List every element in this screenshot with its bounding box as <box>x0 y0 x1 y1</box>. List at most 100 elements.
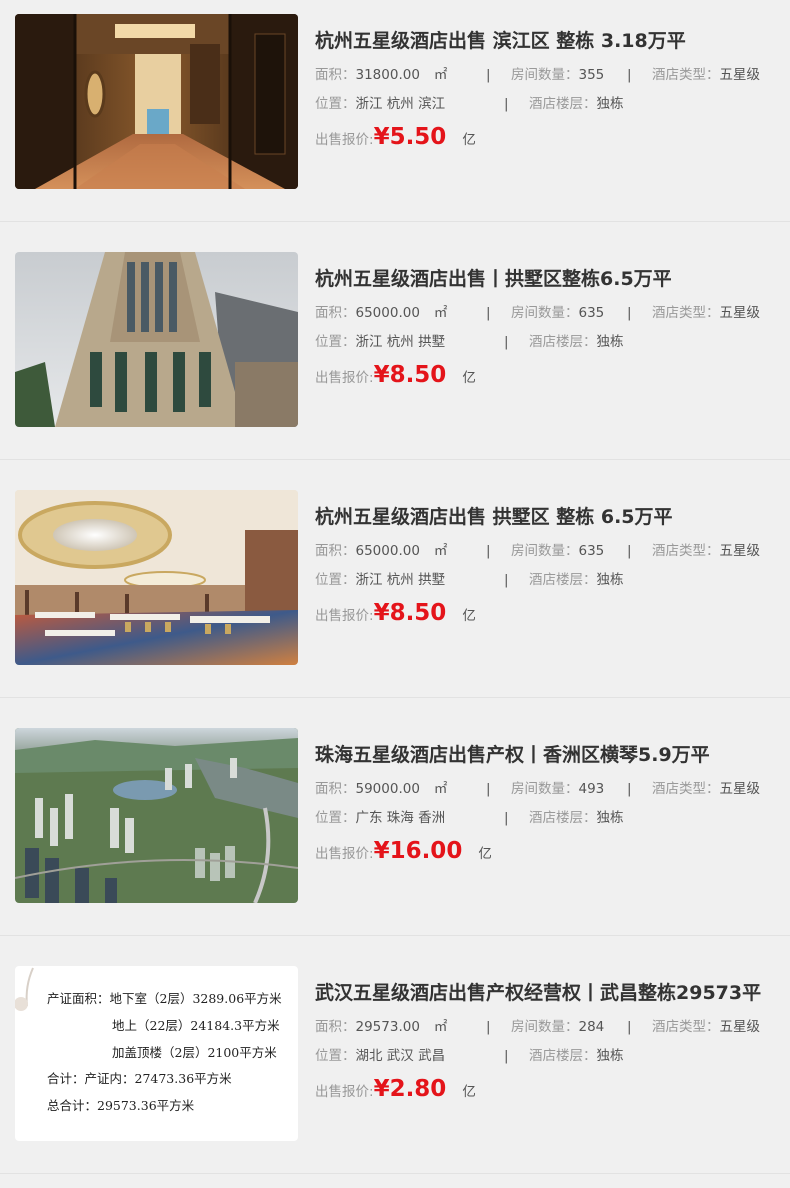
separator: | <box>504 1048 509 1064</box>
separator: | <box>627 67 632 83</box>
area-label: 面积： <box>315 305 356 321</box>
listing-image-hotel-corridor[interactable] <box>15 14 298 189</box>
price-value: ¥16.00 <box>373 838 463 864</box>
listing-info: 杭州五星级酒店出售 拱墅区 整栋 6.5万平 面积：65000.00 ㎡ | 房间… <box>315 504 780 629</box>
area-value: 59000.00 <box>355 781 420 797</box>
area-document-image: 产证面积：地下室（2层）3289.06平方米 地上（22层）24184.3平方米… <box>15 966 298 1141</box>
spec-row-2: 位置：浙江 杭州 滨江 | 酒店楼层：独栋 <box>315 90 780 119</box>
separator: | <box>504 572 509 588</box>
rooms-label: 房间数量： <box>511 67 579 83</box>
location-label: 位置： <box>315 572 356 588</box>
price-value: ¥8.50 <box>373 600 447 626</box>
listing-info: 杭州五星级酒店出售丨拱墅区整栋6.5万平 面积：65000.00 ㎡ | 房间数量… <box>315 266 780 391</box>
price-row: 出售报价:¥8.50 亿 <box>315 597 780 629</box>
document-line: 总合计：29573.36平方米 <box>47 1098 195 1113</box>
listing-title[interactable]: 杭州五星级酒店出售 滨江区 整栋 3.18万平 <box>315 28 780 54</box>
price-row: 出售报价:¥8.50 亿 <box>315 359 780 391</box>
location-label: 位置： <box>315 810 356 826</box>
separator: | <box>627 305 632 321</box>
location-label: 位置： <box>315 96 356 112</box>
location-value: 浙江 杭州 拱墅 <box>355 334 446 350</box>
area-label: 面积： <box>315 67 356 83</box>
listing-card[interactable]: 杭州五星级酒店出售丨拱墅区整栋6.5万平 面积：65000.00 ㎡ | 房间数量… <box>0 222 790 460</box>
price-value: ¥8.50 <box>373 362 447 388</box>
spec-row-1: 面积：59000.00 ㎡ | 房间数量：493 | 酒店类型：五星级 <box>315 775 780 804</box>
price-label: 出售报价: <box>315 846 374 862</box>
price-unit: 亿 <box>478 846 492 862</box>
listing-image-city-aerial[interactable] <box>15 728 298 903</box>
city-aerial-image <box>15 728 298 903</box>
location-label: 位置： <box>315 334 356 350</box>
spec-row-1: 面积：65000.00 ㎡ | 房间数量：635 | 酒店类型：五星级 <box>315 299 780 328</box>
location-value: 浙江 杭州 拱墅 <box>355 572 446 588</box>
listing-card[interactable]: 杭州五星级酒店出售 拱墅区 整栋 6.5万平 面积：65000.00 ㎡ | 房间… <box>0 460 790 698</box>
rooms-label: 房间数量： <box>511 781 579 797</box>
location-value: 湖北 武汉 武昌 <box>355 1048 446 1064</box>
price-row: 出售报价:¥5.50 亿 <box>315 121 780 153</box>
listing-card[interactable]: 产证面积：地下室（2层）3289.06平方米 地上（22层）24184.3平方米… <box>0 936 790 1174</box>
type-label: 酒店类型： <box>652 1019 720 1035</box>
separator: | <box>486 543 491 559</box>
type-value: 五星级 <box>719 1019 761 1035</box>
rooms-value: 493 <box>578 781 605 797</box>
separator: | <box>486 781 491 797</box>
price-unit: 亿 <box>462 132 476 148</box>
area-unit: ㎡ <box>433 1019 448 1035</box>
listing-list: 杭州五星级酒店出售 滨江区 整栋 3.18万平 面积：31800.00 ㎡ | 房… <box>0 0 790 1174</box>
area-unit: ㎡ <box>433 67 448 83</box>
floor-label: 酒店楼层： <box>529 810 597 826</box>
separator: | <box>486 1019 491 1035</box>
type-label: 酒店类型： <box>652 305 720 321</box>
listing-title[interactable]: 杭州五星级酒店出售 拱墅区 整栋 6.5万平 <box>315 504 780 530</box>
area-unit: ㎡ <box>433 543 448 559</box>
area-unit: ㎡ <box>433 305 448 321</box>
area-value: 31800.00 <box>355 67 420 83</box>
floor-label: 酒店楼层： <box>529 572 597 588</box>
spec-row-2: 位置：湖北 武汉 武昌 | 酒店楼层：独栋 <box>315 1042 780 1071</box>
price-label: 出售报价: <box>315 1084 374 1100</box>
listing-image-hotel-tower[interactable] <box>15 252 298 427</box>
rooms-value: 635 <box>578 305 605 321</box>
listing-info: 武汉五星级酒店出售产权经营权丨武昌整栋29573平 面积：29573.00 ㎡ |… <box>315 980 780 1105</box>
floor-value: 独栋 <box>596 810 624 826</box>
listing-image-area-document[interactable]: 产证面积：地下室（2层）3289.06平方米 地上（22层）24184.3平方米… <box>15 966 298 1141</box>
price-label: 出售报价: <box>315 608 374 624</box>
area-label: 面积： <box>315 543 356 559</box>
listing-card[interactable]: 杭州五星级酒店出售 滨江区 整栋 3.18万平 面积：31800.00 ㎡ | 房… <box>0 0 790 222</box>
location-label: 位置： <box>315 1048 356 1064</box>
separator: | <box>504 810 509 826</box>
rooms-value: 284 <box>578 1019 605 1035</box>
listing-title[interactable]: 珠海五星级酒店出售产权丨香洲区横琴5.9万平 <box>315 742 780 768</box>
price-value: ¥2.80 <box>373 1076 447 1102</box>
spec-row-1: 面积：65000.00 ㎡ | 房间数量：635 | 酒店类型：五星级 <box>315 537 780 566</box>
document-line: 产证面积：地下室（2层）3289.06平方米 <box>47 991 282 1006</box>
area-label: 面积： <box>315 781 356 797</box>
type-label: 酒店类型： <box>652 543 720 559</box>
rooms-label: 房间数量： <box>511 543 579 559</box>
floor-value: 独栋 <box>596 1048 624 1064</box>
area-unit: ㎡ <box>433 781 448 797</box>
floor-label: 酒店楼层： <box>529 96 597 112</box>
hotel-tower-image <box>15 252 298 427</box>
document-line: 地上（22层）24184.3平方米 <box>112 1018 280 1033</box>
spec-row-2: 位置：浙江 杭州 拱墅 | 酒店楼层：独栋 <box>315 328 780 357</box>
listing-image-banquet-hall[interactable] <box>15 490 298 665</box>
location-value: 广东 珠海 香洲 <box>355 810 446 826</box>
price-unit: 亿 <box>462 370 476 386</box>
rooms-value: 355 <box>578 67 605 83</box>
listing-card[interactable]: 珠海五星级酒店出售产权丨香洲区横琴5.9万平 面积：59000.00 ㎡ | 房间… <box>0 698 790 936</box>
price-row: 出售报价:¥2.80 亿 <box>315 1073 780 1105</box>
floor-value: 独栋 <box>596 334 624 350</box>
floor-label: 酒店楼层： <box>529 1048 597 1064</box>
separator: | <box>486 305 491 321</box>
rooms-label: 房间数量： <box>511 305 579 321</box>
listing-title[interactable]: 武汉五星级酒店出售产权经营权丨武昌整栋29573平 <box>315 980 780 1006</box>
type-value: 五星级 <box>719 305 761 321</box>
separator: | <box>504 334 509 350</box>
listing-title[interactable]: 杭州五星级酒店出售丨拱墅区整栋6.5万平 <box>315 266 780 292</box>
location-value: 浙江 杭州 滨江 <box>355 96 446 112</box>
type-value: 五星级 <box>719 543 761 559</box>
price-row: 出售报价:¥16.00 亿 <box>315 835 780 867</box>
banquet-hall-image <box>15 490 298 665</box>
price-unit: 亿 <box>462 1084 476 1100</box>
